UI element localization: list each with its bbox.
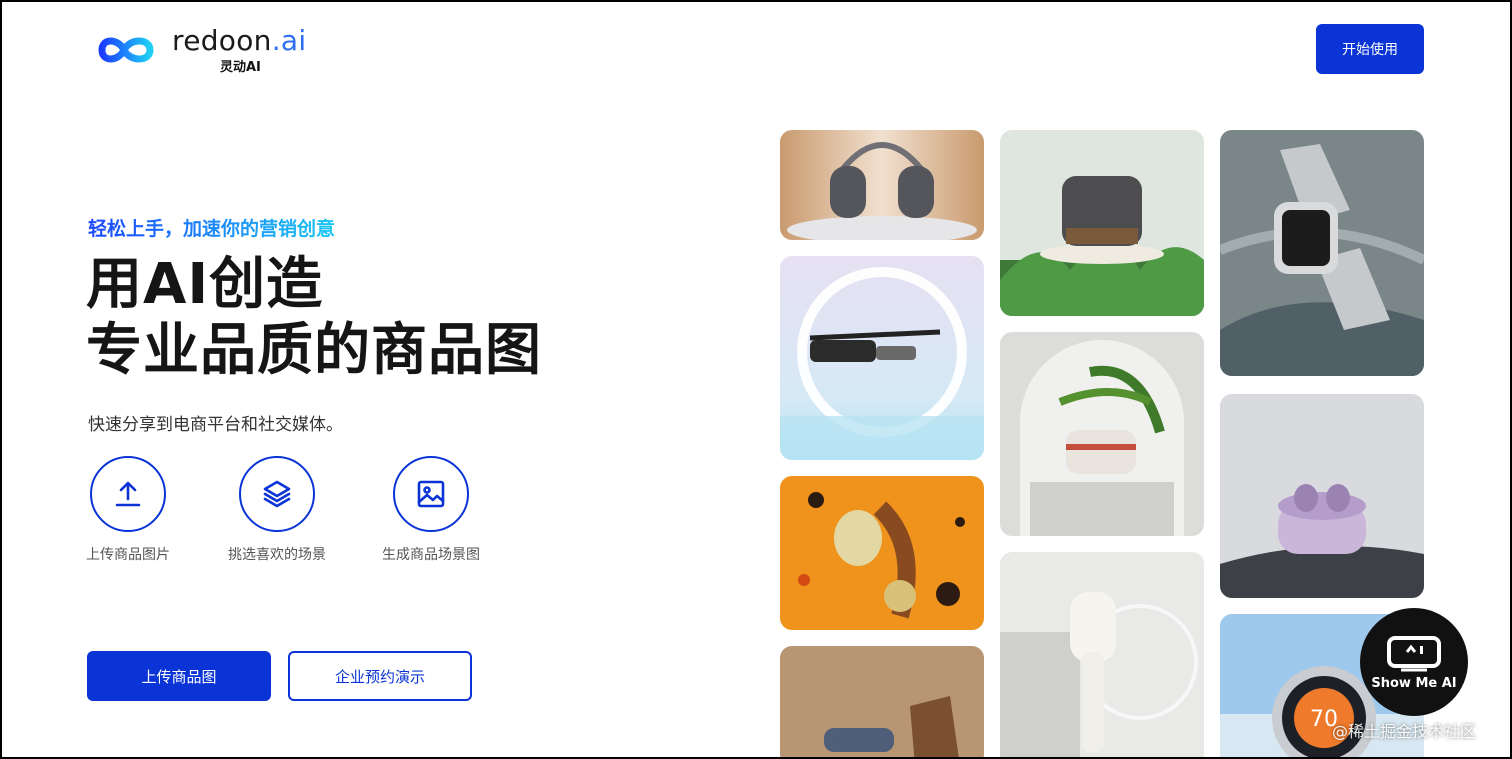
- step-select-circle: [239, 456, 315, 532]
- hero-tagline: 轻松上手，加速你的营销创意: [88, 214, 335, 241]
- garment-steamer-image: [1000, 552, 1204, 757]
- hair-dryer-image: [780, 646, 984, 757]
- upload-icon: [115, 481, 141, 507]
- steamer-pot-image: [1000, 332, 1204, 536]
- wearable-clip-image: [780, 476, 984, 630]
- step-generate-circle: [393, 456, 469, 532]
- page: redoon.ai 灵动AI 开始使用 轻松上手，加速你的营销创意 用AI创造 …: [2, 2, 1510, 757]
- watermark: @稀土掘金技术社区: [1332, 722, 1477, 741]
- gallery-wearable-clip[interactable]: [780, 476, 984, 630]
- hero-title-line2: 专业品质的商品图: [86, 318, 542, 383]
- hero-title-line1: 用AI创造: [86, 252, 324, 317]
- hero-title: 用AI创造 专业品质的商品图: [86, 252, 542, 384]
- step-generate: 生成商品场景图: [382, 456, 480, 564]
- rice-cooker-image: [1000, 130, 1204, 316]
- earbuds-image: [1220, 394, 1424, 598]
- show-me-ai-text: Show Me AI: [1371, 675, 1457, 691]
- start-button[interactable]: 开始使用: [1316, 24, 1424, 74]
- logo-wordmark: redoon.ai: [172, 24, 307, 57]
- step-select-scene: 挑选喜欢的场景: [228, 456, 326, 564]
- gallery-smart-glasses[interactable]: [780, 256, 984, 460]
- step-upload-circle: [90, 456, 166, 532]
- step-upload: 上传商品图片: [86, 456, 170, 564]
- gallery-rice-cooker[interactable]: [1000, 130, 1204, 316]
- step-upload-label: 上传商品图片: [86, 547, 170, 563]
- gallery-garment-steamer[interactable]: [1000, 552, 1204, 757]
- gallery-smartwatch[interactable]: [1220, 130, 1424, 376]
- book-demo-button[interactable]: 企业预约演示: [288, 651, 472, 701]
- hero-subtitle: 快速分享到电商平台和社交媒体。: [88, 415, 343, 435]
- show-me-ai-badge[interactable]: Show Me AI: [1360, 608, 1468, 716]
- robot-face-icon: [1387, 635, 1441, 671]
- image-icon: [417, 480, 445, 508]
- step-select-label: 挑选喜欢的场景: [228, 547, 326, 563]
- headphones-image: [780, 130, 984, 240]
- smartwatch-image: [1220, 130, 1424, 376]
- logo[interactable]: redoon.ai 灵动AI: [88, 24, 318, 76]
- step-generate-label: 生成商品场景图: [382, 547, 480, 563]
- gallery-steamer-pot[interactable]: [1000, 332, 1204, 536]
- upload-product-button[interactable]: 上传商品图: [87, 651, 271, 701]
- gallery-hair-dryer[interactable]: [780, 646, 984, 757]
- smart-glasses-image: [780, 256, 984, 460]
- gallery-headphones[interactable]: [780, 130, 984, 240]
- logo-subtitle: 灵动AI: [220, 60, 261, 75]
- gallery-earbuds[interactable]: [1220, 394, 1424, 598]
- infinity-logo-icon: [98, 37, 154, 63]
- layers-icon: [263, 480, 291, 508]
